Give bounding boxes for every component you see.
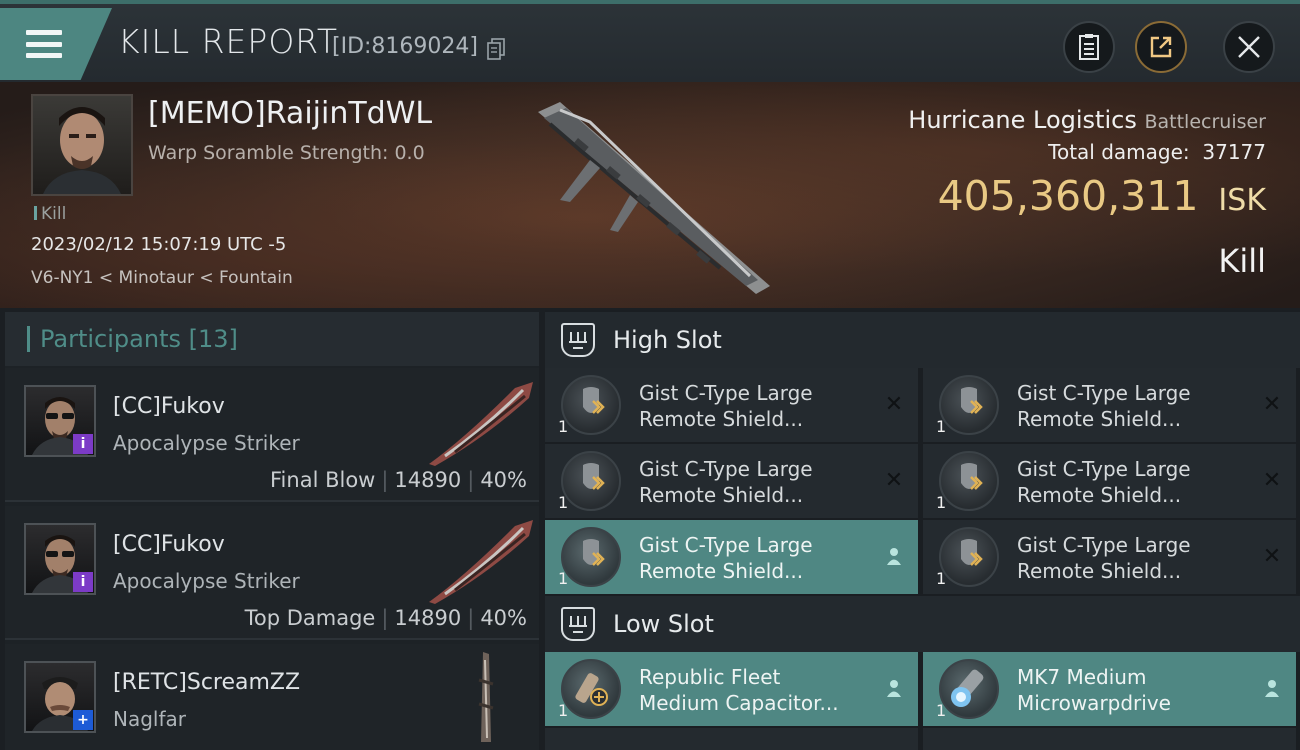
participant-stats: Top Damage | 14890 | 40% bbox=[244, 606, 527, 630]
module-name: Gist C-Type Large Remote Shield... bbox=[639, 457, 813, 507]
victim-ship: Hurricane Logistics Battlecruiser bbox=[908, 106, 1266, 134]
participant-ship-image bbox=[429, 520, 533, 604]
module-name: MK7 Medium Microwarpdrive bbox=[1017, 665, 1171, 715]
participant-ship: Apocalypse Striker bbox=[113, 431, 300, 455]
module-item[interactable] bbox=[923, 728, 1296, 750]
module-name: Gist C-Type Large Remote Shield... bbox=[639, 381, 813, 431]
victim-ship-image bbox=[538, 102, 770, 294]
report-button[interactable] bbox=[1063, 21, 1115, 73]
participant-row[interactable]: + [RETC]ScreamZZ Naglfar bbox=[5, 644, 539, 750]
dropped-person-icon bbox=[882, 676, 906, 700]
participants-header: Participants [13] bbox=[5, 312, 539, 366]
badge-icon: + bbox=[73, 710, 93, 730]
avatar[interactable]: + bbox=[24, 661, 96, 733]
participants-panel: Participants [13] i [CC]Fukov Apocalypse… bbox=[5, 312, 539, 750]
module-item[interactable]: 1 Gist C-Type Large Remote Shield... bbox=[545, 520, 918, 594]
destroyed-icon: ✕ bbox=[1262, 467, 1282, 493]
participant-name: [RETC]ScreamZZ bbox=[113, 670, 301, 695]
shield-module-icon bbox=[939, 375, 999, 435]
close-icon bbox=[1238, 36, 1260, 58]
shield-module-icon bbox=[561, 375, 621, 435]
badge-icon: i bbox=[73, 434, 93, 454]
close-button[interactable] bbox=[1223, 21, 1275, 73]
participant-ship: Apocalypse Striker bbox=[113, 569, 300, 593]
copy-icon[interactable] bbox=[487, 38, 505, 60]
module-item[interactable]: 1 MK7 Medium Microwarpdrive bbox=[923, 652, 1296, 726]
participant-row[interactable]: i [CC]Fukov Apocalypse Striker Top Damag… bbox=[5, 506, 539, 640]
avatar[interactable]: i bbox=[24, 385, 96, 457]
fitting-panel: High Slot 1 Gist C-Type Large Remote Shie… bbox=[545, 310, 1300, 750]
page-title: KILL REPORT bbox=[118, 22, 338, 61]
hamburger-icon bbox=[26, 30, 62, 58]
module-name: Gist C-Type Large Remote Shield... bbox=[1017, 457, 1191, 507]
report-icon bbox=[1079, 34, 1099, 60]
badge-icon: i bbox=[73, 572, 93, 592]
capacitor-module-icon bbox=[561, 659, 621, 719]
shield-module-icon bbox=[939, 451, 999, 511]
kill-result: Kill bbox=[1218, 242, 1266, 280]
destroyed-icon: ✕ bbox=[884, 467, 904, 493]
menu-button[interactable] bbox=[0, 8, 112, 80]
high-slot-header: High Slot bbox=[545, 312, 1300, 368]
module-item[interactable]: 1 Gist C-Type Large Remote Shield... ✕ bbox=[923, 368, 1296, 442]
victim-portrait[interactable] bbox=[31, 94, 133, 196]
module-item[interactable]: 1 Gist C-Type Large Remote Shield... ✕ bbox=[923, 444, 1296, 518]
destroyed-icon: ✕ bbox=[1262, 543, 1282, 569]
total-damage: Total damage: 37177 bbox=[1048, 140, 1266, 164]
warp-strength: Warp Soramble Strength: 0.0 bbox=[148, 142, 425, 164]
title-bar: KILL REPORT [ID:8169024] bbox=[0, 0, 1300, 82]
module-name: Gist C-Type Large Remote Shield... bbox=[1017, 533, 1191, 583]
module-name: Gist C-Type Large Remote Shield... bbox=[639, 533, 813, 583]
module-item[interactable] bbox=[545, 728, 918, 750]
participant-ship-image bbox=[478, 652, 494, 742]
participant-name: [CC]Fukov bbox=[113, 394, 225, 419]
module-item[interactable]: 1 Gist C-Type Large Remote Shield... ✕ bbox=[545, 444, 918, 518]
kill-id: [ID:8169024] bbox=[332, 34, 478, 59]
microwarpdrive-module-icon bbox=[939, 659, 999, 719]
high-slot-icon bbox=[561, 323, 595, 357]
avatar[interactable]: i bbox=[24, 523, 96, 595]
participant-stats: Final Blow | 14890 | 40% bbox=[270, 468, 527, 492]
destroyed-icon: ✕ bbox=[1262, 391, 1282, 417]
participant-row[interactable]: i [CC]Fukov Apocalypse Striker Final Blo… bbox=[5, 368, 539, 502]
participant-ship-image bbox=[429, 382, 533, 466]
low-slot-icon bbox=[561, 607, 595, 641]
shield-module-icon bbox=[939, 527, 999, 587]
kill-summary: [MEMO]RaijinTdWL Warp Soramble Strength:… bbox=[0, 82, 1300, 308]
low-slot-header: Low Slot bbox=[545, 596, 1300, 652]
module-name: Gist C-Type Large Remote Shield... bbox=[1017, 381, 1191, 431]
participant-ship: Naglfar bbox=[113, 707, 186, 731]
share-icon bbox=[1150, 36, 1172, 58]
kill-location[interactable]: V6-NY1 < Minotaur < Fountain bbox=[31, 268, 293, 288]
destroyed-icon: ✕ bbox=[884, 391, 904, 417]
victim-name: [MEMO]RaijinTdWL bbox=[148, 96, 433, 131]
isk-value: 405,360,311 ISK bbox=[937, 172, 1266, 220]
dropped-person-icon bbox=[882, 544, 906, 568]
kill-datetime: 2023/02/12 15:07:19 UTC -5 bbox=[31, 234, 287, 255]
dropped-person-icon bbox=[1260, 676, 1284, 700]
module-item[interactable]: 1 Gist C-Type Large Remote Shield... ✕ bbox=[545, 368, 918, 442]
module-item[interactable]: 1 Gist C-Type Large Remote Shield... ✕ bbox=[923, 520, 1296, 594]
kill-tag: Kill bbox=[34, 204, 66, 224]
shield-module-icon bbox=[561, 527, 621, 587]
shield-module-icon bbox=[561, 451, 621, 511]
share-button[interactable] bbox=[1135, 21, 1187, 73]
module-item[interactable]: 1 Republic Fleet Medium Capacitor... bbox=[545, 652, 918, 726]
module-name: Republic Fleet Medium Capacitor... bbox=[639, 665, 839, 715]
participant-name: [CC]Fukov bbox=[113, 532, 225, 557]
